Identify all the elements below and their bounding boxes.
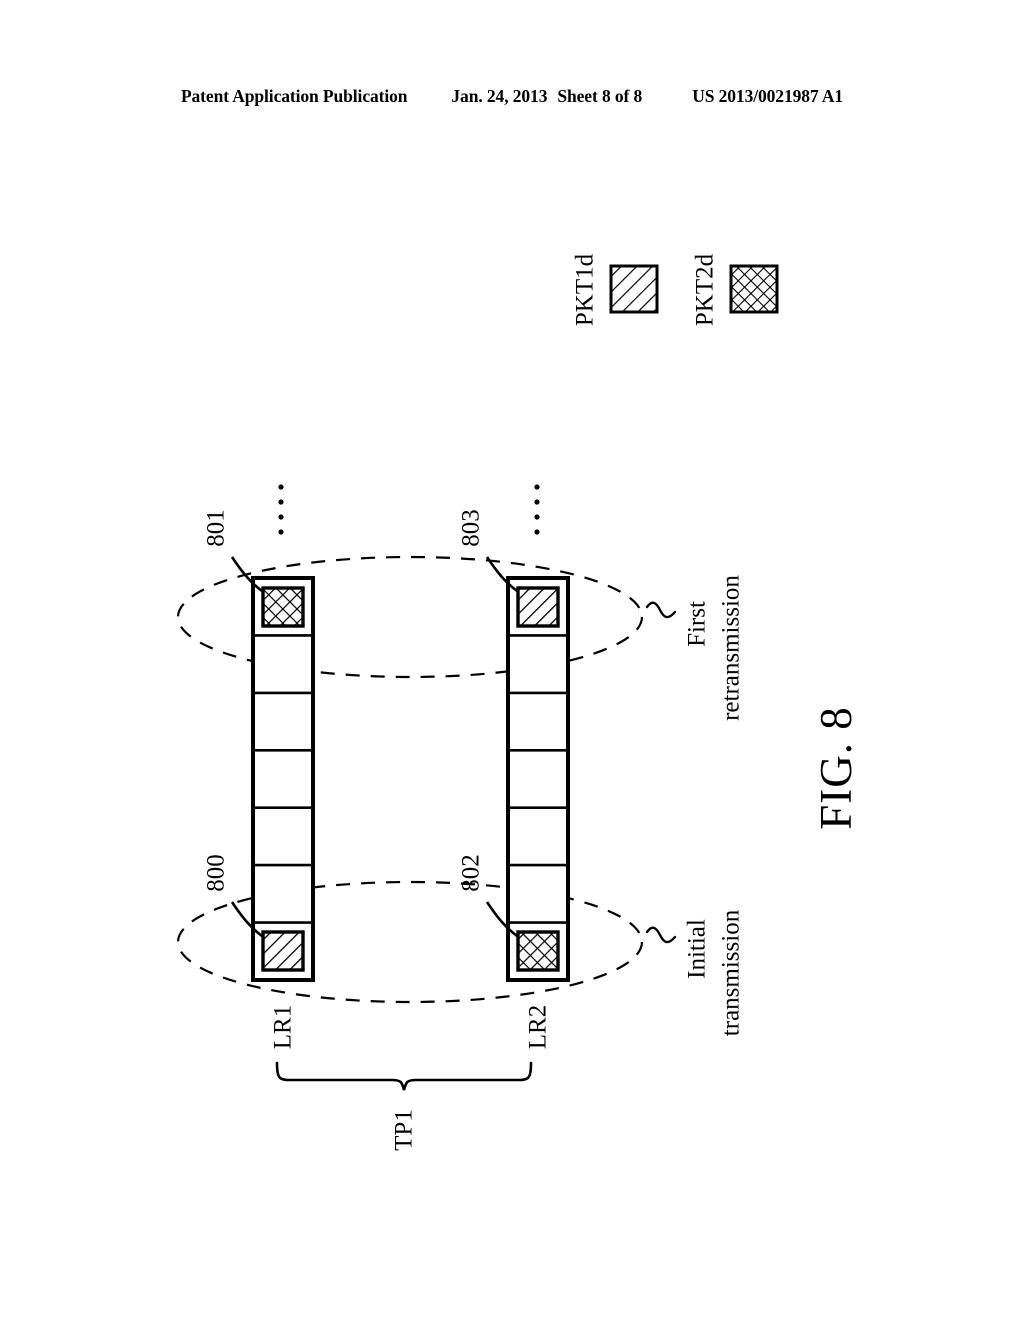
group-brace-label-tp1: TP1: [391, 1109, 418, 1151]
figure-8-drawing: PKT1d PKT2d LR1 LR2 801 800 803 802 TP1 …: [0, 0, 1024, 1320]
phase-label-first-line2: retransmission: [718, 575, 745, 721]
phase-callout-initial-transmission: Initial transmission: [645, 909, 745, 1036]
group-ellipse-initial-transmission: [176, 880, 644, 1004]
reference-numeral-800: 800: [203, 854, 230, 892]
legend-item-pkt2d: PKT2d: [692, 253, 779, 326]
phase-label-initial-line2: transmission: [718, 909, 745, 1036]
row-lr1-frame: [251, 576, 315, 982]
row-label-lr2: LR2: [525, 1005, 552, 1049]
row-lr2-cell-0-packet: [516, 586, 560, 628]
row-lr2-frame: [506, 576, 570, 982]
row-lr2-continuation-dots: [534, 484, 540, 535]
reference-numeral-803: 803: [458, 509, 485, 547]
legend-label-pkt2d: PKT2d: [692, 253, 719, 326]
row-lr1-continuation-dots: [278, 484, 284, 535]
row-lr2-cell-6-packet: [516, 930, 560, 972]
row-label-lr1: LR1: [270, 1005, 297, 1049]
legend-label-pkt1d: PKT1d: [572, 253, 599, 326]
phase-callout-first-retransmission: First retransmission: [645, 575, 745, 721]
legend-swatch-crosshatch: [729, 264, 779, 314]
reference-numeral-801: 801: [203, 509, 230, 547]
reference-numeral-802: 802: [458, 854, 485, 892]
phase-label-first-line1: First: [684, 601, 711, 647]
row-lr1-cell-6-packet: [261, 930, 305, 972]
group-ellipse-first-retransmission: [176, 555, 644, 679]
legend-swatch-diagonal: [609, 264, 659, 314]
legend-item-pkt1d: PKT1d: [572, 253, 659, 326]
group-brace-tp1: TP1: [275, 1061, 533, 1151]
legend: PKT1d PKT2d: [572, 253, 779, 326]
phase-label-initial-line1: Initial: [684, 919, 711, 979]
row-lr1-cell-0-packet: [261, 586, 305, 628]
figure-title: FIG. 8: [811, 706, 861, 830]
row-lr2: LR2: [506, 484, 570, 1049]
row-lr1: LR1: [251, 484, 315, 1049]
